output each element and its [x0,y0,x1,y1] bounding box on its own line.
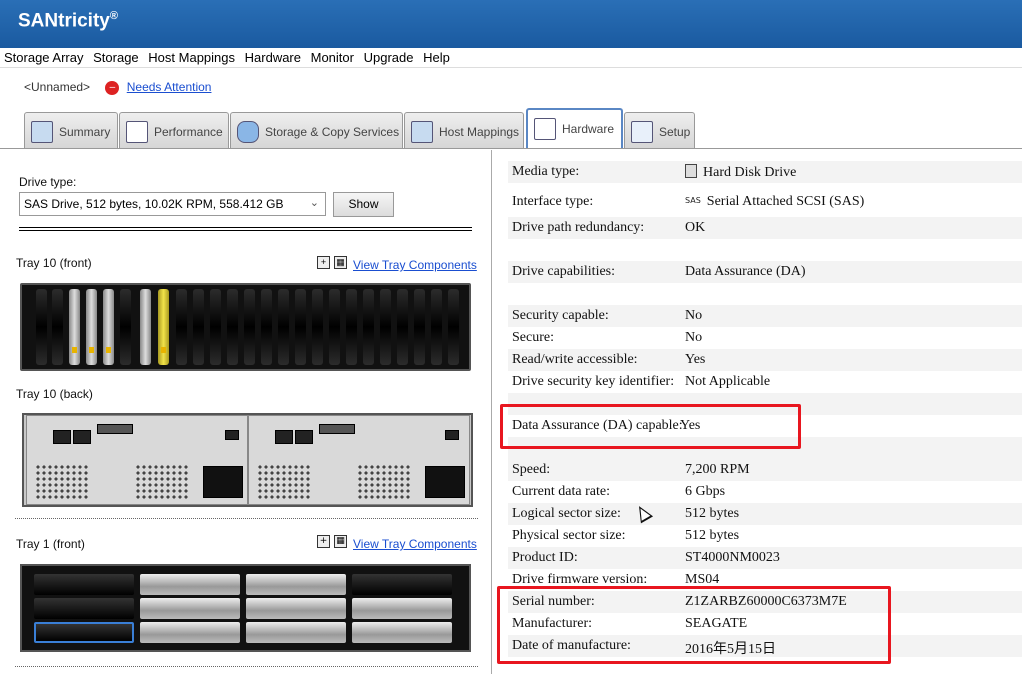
app-brand: SANtricity® [18,10,118,32]
tab-content-divider [0,148,1022,149]
tray-locate-icon[interactable]: + [317,535,330,548]
tray-components-icon[interactable]: ▦ [334,256,347,269]
tray10-back-image[interactable] [22,413,473,507]
needs-attention-link[interactable]: Needs Attention [127,80,212,94]
hardware-icon [534,118,556,140]
property-row: Drive capabilities: Data Assurance (DA) [508,261,1022,283]
tab-host-mappings[interactable]: Host Mappings [404,112,524,148]
menu-bar: Storage Array Storage Host Mappings Hard… [0,48,1022,68]
menu-hardware[interactable]: Hardware [241,48,301,65]
property-row: Media type: Hard Disk Drive [508,161,1022,183]
property-row: Speed: 7,200 RPM [508,459,1022,481]
property-row: Drive path redundancy: OK [508,217,1022,239]
tray1-front-image[interactable] [20,564,471,652]
drive-bay[interactable] [352,598,452,619]
tray-divider [15,518,478,519]
menu-upgrade[interactable]: Upgrade [360,48,414,65]
property-row: Physical sector size: 512 bytes [508,525,1022,547]
array-name: <Unnamed> [24,80,91,94]
tray10-front-label: Tray 10 (front) [16,256,92,270]
drive-bay[interactable] [246,622,346,643]
property-row: Security capable: No [508,305,1022,327]
drive-slot[interactable] [140,289,151,365]
storage-icon [237,121,259,143]
performance-icon [126,121,148,143]
drive-slot[interactable] [86,289,97,365]
section-divider [19,227,472,231]
property-row: Interface type: SAS Serial Attached SCSI … [508,191,1022,213]
menu-monitor[interactable]: Monitor [307,48,354,65]
tab-storage-copy-services[interactable]: Storage & Copy Services [230,112,403,148]
property-row: Secure: No [508,327,1022,349]
app-title-bar: SANtricity® [0,0,1022,48]
property-row: Product ID: ST4000NM0023 [508,547,1022,569]
summary-icon [31,121,53,143]
setup-icon [631,121,653,143]
menu-host-mappings[interactable]: Host Mappings [144,48,235,65]
tab-performance[interactable]: Performance [119,112,229,148]
drive-bay[interactable] [140,622,240,643]
da-capable-highlight-box [500,404,801,449]
drive-type-label: Drive type: [19,175,77,189]
selected-drive-slot[interactable] [158,289,169,365]
selected-drive-bay[interactable] [34,622,134,643]
tab-summary[interactable]: Summary [24,112,118,148]
view-tray10-components-link[interactable]: View Tray Components [353,258,477,272]
view-tray1-components-link[interactable]: View Tray Components [353,537,477,551]
menu-storage-array[interactable]: Storage Array [0,48,84,65]
property-row: Drive security key identifier: Not Applic… [508,371,1022,393]
drive-identity-highlight-box [497,586,891,664]
menu-storage[interactable]: Storage [89,48,139,65]
drive-slot[interactable] [103,289,114,365]
drive-slot[interactable] [69,289,80,365]
tray10-front-image[interactable] [20,283,471,371]
drive-bay[interactable] [352,622,452,643]
tray-components-icon[interactable]: ▦ [334,535,347,548]
chevron-down-icon: ⌄ [309,197,319,209]
tab-hardware[interactable]: Hardware [526,108,623,148]
property-row: Current data rate: 6 Gbps [508,481,1022,503]
tray-divider [15,666,478,667]
tab-setup[interactable]: Setup [624,112,695,148]
tray1-front-label: Tray 1 (front) [16,537,85,551]
property-row: Read/write accessible: Yes [508,349,1022,371]
menu-help[interactable]: Help [419,48,450,65]
tray-locate-icon[interactable]: + [317,256,330,269]
show-button[interactable]: Show [333,192,394,217]
drive-bay[interactable] [246,598,346,619]
hdd-icon [685,164,697,178]
controller-a[interactable] [26,415,248,505]
drive-type-select[interactable]: SAS Drive, 512 bytes, 10.02K RPM, 558.41… [19,192,326,216]
host-mappings-icon [411,121,433,143]
drive-bay[interactable] [140,574,240,595]
property-row: Logical sector size: 512 bytes [508,503,1022,525]
controller-b[interactable] [248,415,470,505]
tray10-back-label: Tray 10 (back) [16,387,93,401]
array-status-line: <Unnamed> – Needs Attention [24,80,211,95]
drive-bay[interactable] [246,574,346,595]
drive-bay[interactable] [140,598,240,619]
needs-attention-icon: – [105,80,120,95]
sas-icon: SAS [685,196,701,205]
